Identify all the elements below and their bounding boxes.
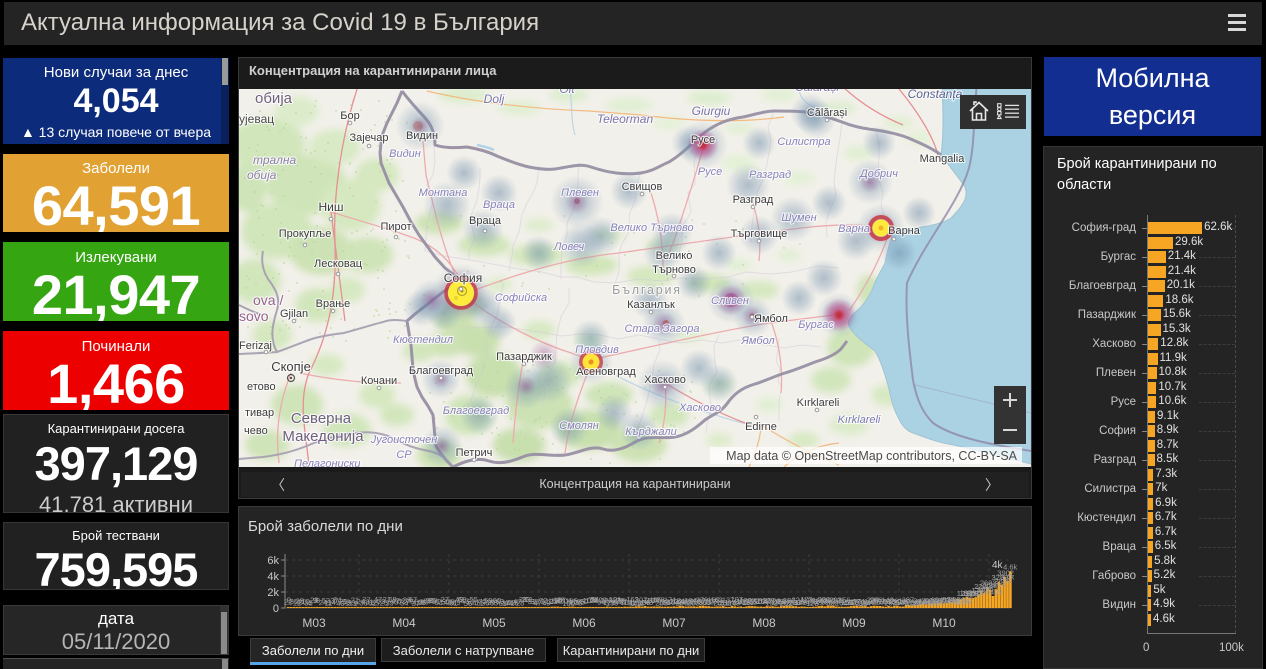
svg-text:Кърджали: Кърджали — [625, 426, 676, 438]
svg-text:Бургас: Бургас — [798, 319, 834, 331]
svg-text:Kırklareli: Kırklareli — [797, 397, 840, 409]
svg-text:България: България — [612, 283, 682, 297]
svg-text:Търново: Търново — [652, 264, 696, 276]
svg-text:ујевац: ујевац — [239, 112, 274, 126]
svg-text:M03: M03 — [302, 616, 326, 630]
svg-text:Пелагониски: Пелагониски — [294, 458, 360, 467]
svg-text:Варна: Варна — [838, 223, 870, 235]
svg-text:4k: 4k — [992, 560, 1004, 571]
svg-text:Монтана: Монтана — [419, 187, 468, 199]
svg-text:Враца: Враца — [469, 215, 502, 227]
svg-text:Плевен: Плевен — [561, 187, 599, 199]
svg-text:Călărași: Călărași — [795, 89, 839, 94]
svg-text:Силистра: Силистра — [777, 136, 830, 148]
svg-text:тивар: тивар — [245, 407, 274, 419]
svg-text:M04: M04 — [392, 616, 416, 630]
svg-text:Враца: Враца — [483, 199, 515, 211]
svg-text:M10: M10 — [932, 616, 956, 630]
svg-text:M05: M05 — [482, 616, 506, 630]
svg-text:Mangalia: Mangalia — [920, 153, 966, 165]
svg-text:Добрич: Добрич — [858, 168, 898, 180]
svg-text:Асеновград: Асеновград — [576, 366, 636, 378]
svg-text:Пирот: Пирот — [380, 221, 411, 233]
svg-text:ova /: ova / — [253, 292, 283, 308]
svg-text:0: 0 — [273, 603, 279, 615]
svg-text:Ямбол: Ямбол — [740, 335, 774, 347]
svg-text:Разград: Разград — [749, 169, 791, 181]
svg-text:M09: M09 — [842, 616, 866, 630]
svg-text:6k: 6k — [267, 555, 279, 567]
svg-text:Constanța: Constanța — [908, 89, 963, 101]
svg-text:Македонија: Македонија — [282, 428, 364, 445]
svg-text:Разград: Разград — [733, 194, 774, 206]
svg-text:Ловеч: Ловеч — [553, 241, 585, 253]
svg-text:Бор: Бор — [340, 110, 359, 122]
svg-text:M08: M08 — [752, 616, 776, 630]
svg-text:Сливен: Сливен — [711, 295, 749, 307]
svg-text:Русе: Русе — [691, 134, 715, 146]
svg-text:Велико: Велико — [656, 250, 693, 262]
svg-text:Смолян: Смолян — [559, 420, 599, 432]
svg-text:Варна: Варна — [888, 225, 921, 237]
svg-text:Kırklareli: Kırklareli — [838, 414, 881, 426]
svg-text:Ferizaj: Ferizaj — [239, 340, 272, 352]
svg-text:Хасково: Хасково — [678, 402, 721, 414]
svg-text:Хасково: Хасково — [644, 374, 686, 386]
svg-text:3.4k: 3.4k — [1000, 572, 1014, 581]
svg-text:Пловдив: Пловдив — [575, 344, 619, 356]
svg-text:Кочани: Кочани — [361, 375, 397, 387]
svg-text:Пазарджик: Пазарджик — [496, 351, 552, 363]
svg-text:Казанлък: Казанлък — [627, 299, 675, 311]
svg-text:Благоевград: Благоевград — [409, 365, 474, 377]
svg-text:Călărași: Călărași — [807, 107, 847, 119]
svg-text:M06: M06 — [572, 616, 596, 630]
svg-text:Северна: Северна — [291, 410, 352, 427]
svg-text:СР: СР — [396, 449, 412, 461]
svg-text:обија: обија — [247, 168, 277, 182]
svg-text:Кюстендил: Кюстендил — [393, 334, 453, 346]
svg-text:sovo: sovo — [239, 308, 269, 324]
svg-text:Зајечар: Зајечар — [350, 132, 389, 144]
svg-text:Стара Загора: Стара Загора — [625, 323, 700, 335]
svg-text:Edirne: Edirne — [745, 421, 777, 433]
svg-text:Благоевград: Благоевград — [443, 405, 510, 417]
svg-text:Map data © OpenStreetMap contr: Map data © OpenStreetMap contributors, C… — [726, 449, 1017, 463]
svg-text:Ниш: Ниш — [319, 200, 344, 214]
svg-text:Видин: Видин — [406, 130, 438, 142]
svg-text:Търговище: Търговище — [731, 228, 788, 240]
svg-text:Giurgiu: Giurgiu — [692, 104, 731, 118]
svg-text:етово: етово — [247, 381, 276, 393]
svg-text:M07: M07 — [662, 616, 686, 630]
svg-text:Русе: Русе — [698, 166, 722, 178]
svg-text:4k: 4k — [267, 571, 279, 583]
svg-text:чево: чево — [244, 425, 268, 437]
svg-text:Софийска: Софийска — [495, 292, 547, 304]
svg-text:Свищов: Свищов — [622, 181, 663, 193]
svg-text:трална: трална — [253, 153, 296, 167]
svg-text:4.6k: 4.6k — [1003, 563, 1017, 572]
svg-text:Врање: Врање — [316, 298, 351, 310]
svg-text:Лесковац: Лесковац — [314, 258, 363, 270]
svg-text:Прокупље: Прокупље — [279, 228, 332, 240]
svg-text:Dolj: Dolj — [484, 92, 505, 106]
svg-text:Петрич: Петрич — [456, 447, 493, 459]
svg-text:Olt: Olt — [559, 89, 575, 96]
svg-text:Шумен: Шумен — [781, 212, 816, 224]
svg-text:Скопје: Скопје — [271, 359, 311, 374]
svg-text:Југоисточен: Југоисточен — [370, 434, 438, 446]
svg-text:Gjilan: Gjilan — [280, 308, 308, 320]
svg-text:Teleorman: Teleorman — [597, 112, 654, 126]
svg-text:София: София — [444, 271, 482, 285]
svg-text:Видин: Видин — [389, 148, 421, 160]
svg-text:Велико Търново: Велико Търново — [610, 222, 693, 234]
svg-text:Ямбол: Ямбол — [754, 313, 788, 325]
svg-text:2k: 2k — [267, 587, 279, 599]
svg-text:обија: обија — [255, 90, 293, 107]
